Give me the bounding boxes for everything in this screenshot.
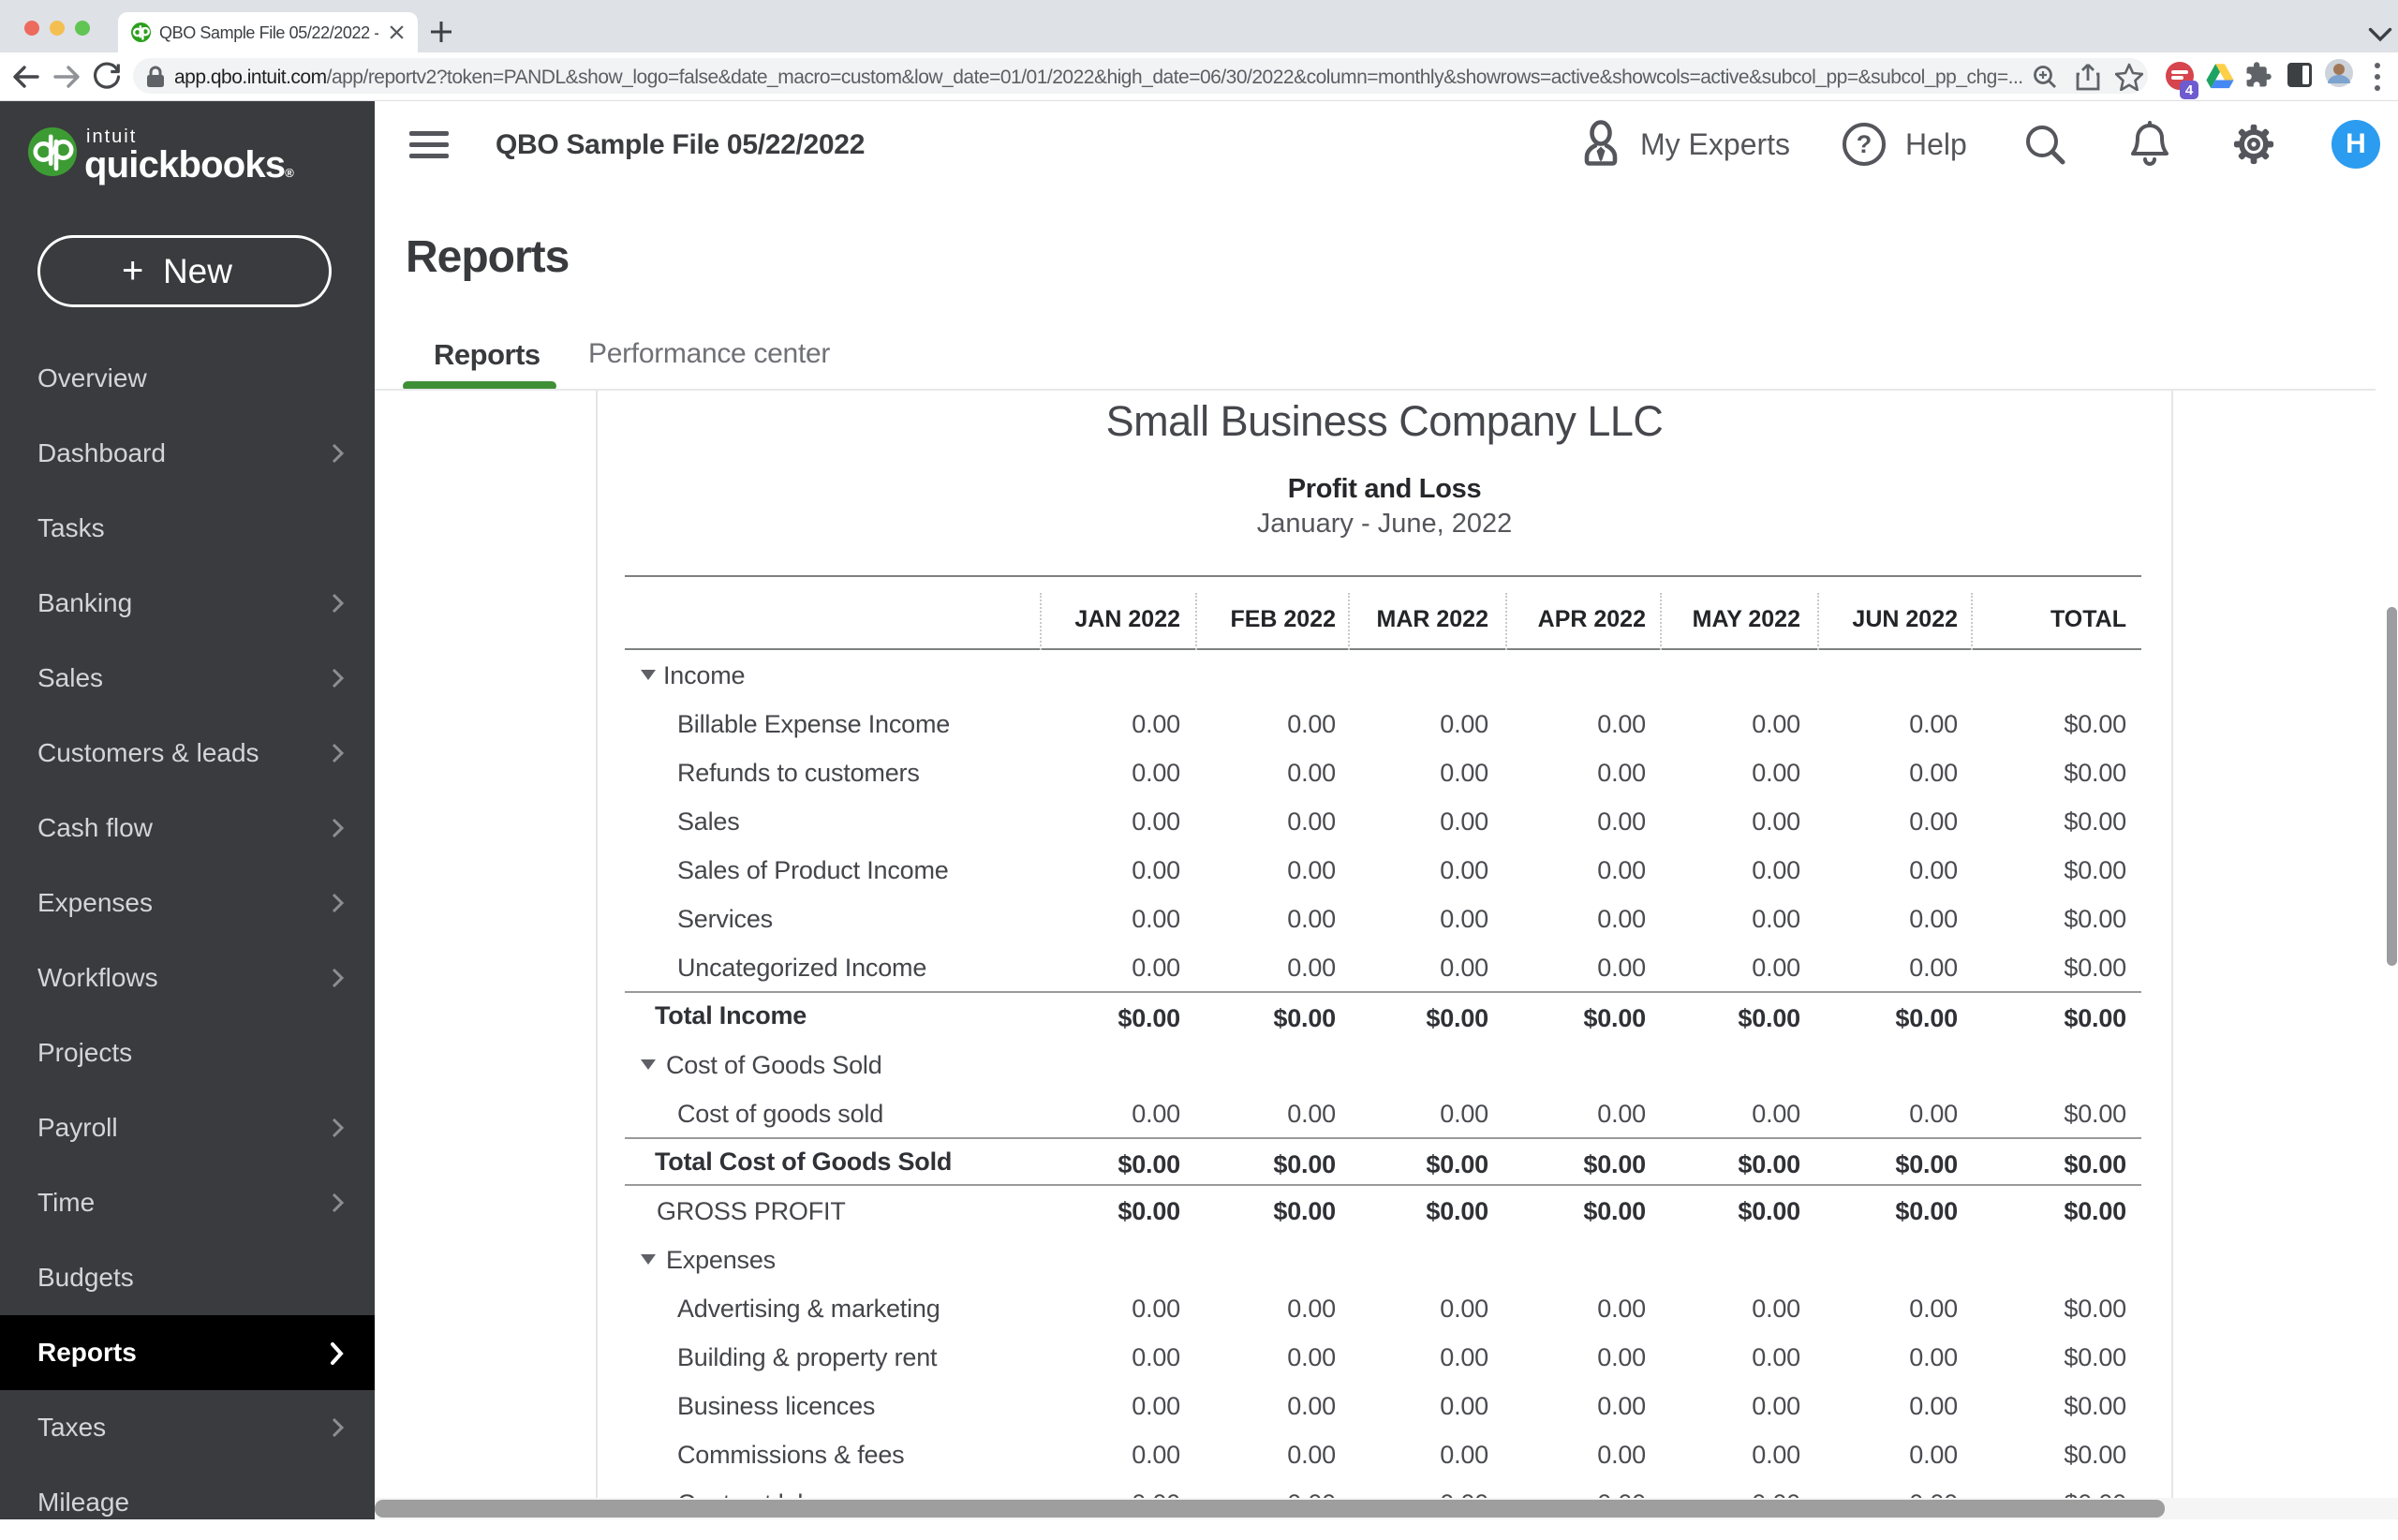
svg-text:4: 4 xyxy=(2185,82,2194,98)
svg-text:?: ? xyxy=(1857,130,1873,158)
